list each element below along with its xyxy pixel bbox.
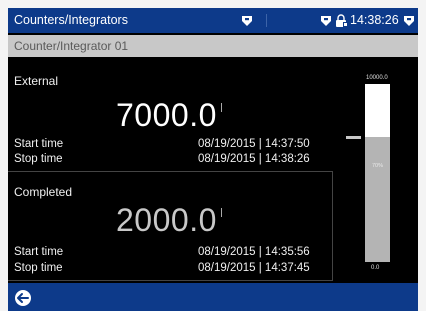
- stop-time-value: 08/19/2015 | 14:37:45: [198, 262, 310, 274]
- alarm-flag-icon[interactable]: [241, 15, 253, 27]
- start-time-label: Start time: [14, 138, 64, 150]
- counter-value: 2000.0: [116, 202, 222, 239]
- footer-bar: [8, 283, 418, 311]
- start-time-value: 08/19/2015 | 14:37:50: [198, 138, 310, 150]
- external-counter-panel[interactable]: External 7000.0 Start time 08/19/2015 | …: [8, 63, 333, 171]
- alarm-flag-icon[interactable]: [403, 15, 415, 27]
- title-divider: [266, 14, 267, 27]
- counter-selector[interactable]: Counter/Integrator 01: [8, 35, 418, 57]
- bargraph-track: 70%: [365, 84, 390, 262]
- page-title: Counters/Integrators: [14, 13, 128, 27]
- counter-value: 7000.0: [116, 97, 222, 134]
- value-cursor: [220, 208, 222, 217]
- counter-name: Counter/Integrator 01: [14, 39, 129, 53]
- alarm-flag-icon[interactable]: [320, 15, 332, 27]
- lock-icon: [336, 14, 348, 27]
- screen: Counters/Integrators 14:38:26 Counter/In…: [8, 8, 418, 311]
- bargraph-min-label: 0.0: [371, 265, 380, 271]
- counter-label: Completed: [14, 185, 73, 199]
- bargraph-marker: [346, 136, 361, 139]
- completed-counter-panel[interactable]: Completed 2000.0 Start time 08/19/2015 |…: [8, 171, 333, 281]
- bargraph-fill: [365, 137, 390, 262]
- counter-label: External: [14, 74, 59, 88]
- stop-time-label: Stop time: [14, 262, 63, 274]
- title-bar: Counters/Integrators 14:38:26: [8, 8, 418, 33]
- clock-time: 14:38:26: [350, 13, 399, 27]
- start-time-label: Start time: [14, 246, 64, 258]
- bargraph-max-label: 10000.0: [366, 75, 388, 81]
- stop-time-value: 08/19/2015 | 14:38:26: [198, 153, 310, 165]
- start-time-value: 08/19/2015 | 14:35:56: [198, 246, 310, 258]
- bargraph-percent-label: 70%: [371, 163, 383, 169]
- value-cursor: [220, 103, 222, 112]
- stop-time-label: Stop time: [14, 153, 63, 165]
- bargraph: 10000.0 70% 0.0: [334, 63, 418, 281]
- back-arrow-icon[interactable]: [14, 289, 32, 307]
